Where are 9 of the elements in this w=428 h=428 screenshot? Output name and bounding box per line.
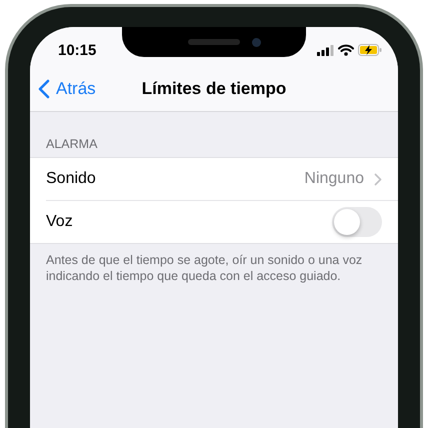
nav-title: Límites de tiempo [142, 79, 286, 99]
back-link[interactable]: Atrás [38, 79, 96, 99]
row-label: Voz [46, 213, 73, 231]
section-footer: Antes de que el tiempo se agote, oír un sonido o una voz indicando el tiempo que queda con el acceso guiado. [30, 244, 398, 284]
settings-row[interactable]: Sonido Ninguno [46, 158, 398, 201]
section-header: ALARMA [45, 136, 98, 153]
row-label: Sonido [46, 170, 96, 188]
row-value: Ninguno [304, 170, 364, 188]
status-time: 10:15 [58, 42, 96, 58]
